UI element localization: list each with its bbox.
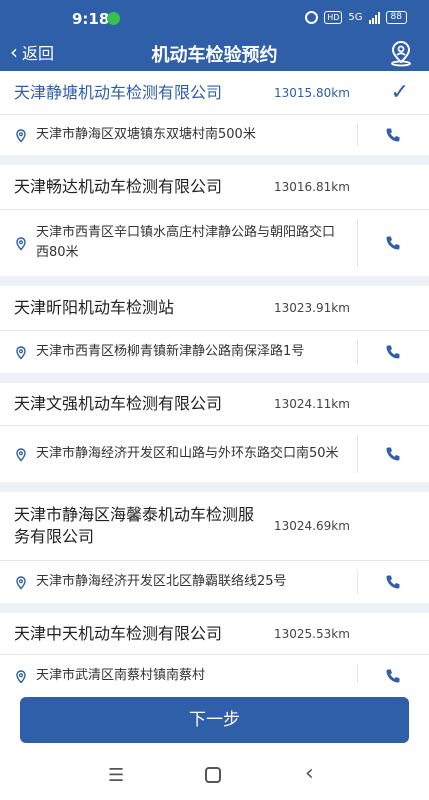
battery-level: 88 — [390, 12, 402, 22]
home-icon[interactable] — [205, 767, 221, 783]
menu-icon[interactable]: ☰ — [108, 765, 124, 786]
station-address-row: 天津市静海区双塘镇东双塘村南500米 — [0, 115, 429, 155]
location-pin-icon — [14, 575, 28, 590]
location-pin-icon — [14, 345, 28, 360]
station-card[interactable]: 天津文强机动车检测有限公司 13024.11km 天津市静海经济开发区和山路与外环东… — [0, 383, 429, 482]
divider — [357, 124, 358, 146]
station-distance: 13024.11km — [274, 397, 350, 411]
app-header: ‹ 返回 机动车检验预约 — [0, 36, 429, 71]
station-address-row: 天津市西青区杨柳青镇新津静公路南保泽路1号 — [0, 331, 429, 373]
station-address-row: 天津市静海经济开发区北区静霸联络线25号 — [0, 561, 429, 603]
station-distance: 13015.80km — [274, 85, 350, 100]
station-distance: 13025.53km — [274, 626, 350, 641]
next-step-button[interactable]: 下一步 — [20, 697, 409, 743]
station-list: 天津静塘机动车检测有限公司 13015.80km ✓ 天津市静海区双塘镇东双塘村南50… — [0, 71, 429, 707]
station-card[interactable]: 天津昕阳机动车检测站 13023.91km 天津市西青区杨柳青镇新津静公路南保泽路1… — [0, 286, 429, 373]
location-person-icon[interactable] — [387, 39, 415, 67]
station-header[interactable]: 天津畅达机动车检测有限公司 13016.81km — [0, 165, 429, 210]
station-header[interactable]: 天津中天机动车检测有限公司 13025.53km — [0, 613, 429, 655]
station-card[interactable]: 天津静塘机动车检测有限公司 13015.80km ✓ 天津市静海区双塘镇东双塘村南50… — [0, 71, 429, 155]
station-header[interactable]: 天津市静海区海馨泰机动车检测服务有限公司 13024.69km — [0, 492, 429, 561]
station-address-row: 天津市西青区辛口镇水高庄村津静公路与朝阳路交口西80米 — [0, 210, 429, 276]
battery-icon: 88 — [385, 11, 407, 24]
status-icons: HD 5G 88 — [305, 11, 407, 24]
station-address-row: 天津市静海经济开发区和山路与外环东路交口南50米 — [0, 426, 429, 482]
station-address: 天津市西青区辛口镇水高庄村津静公路与朝阳路交口西80米 — [36, 225, 336, 260]
station-address: 天津市静海区双塘镇东双塘村南500米 — [36, 127, 256, 142]
station-address: 天津市西青区杨柳青镇新津静公路南保泽路1号 — [36, 344, 305, 359]
alarm-icon — [305, 11, 319, 24]
location-pin-icon — [14, 236, 28, 251]
station-header[interactable]: 天津昕阳机动车检测站 13023.91km — [0, 286, 429, 331]
divider — [357, 219, 358, 267]
divider — [357, 340, 358, 364]
signal-icon — [368, 11, 380, 24]
station-name: 天津静塘机动车检测有限公司 — [14, 82, 223, 102]
station-header[interactable]: 天津静塘机动车检测有限公司 13015.80km ✓ — [0, 71, 429, 115]
phone-icon[interactable] — [384, 573, 402, 591]
station-name: 天津昕阳机动车检测站 — [14, 298, 175, 317]
phone-icon[interactable] — [384, 126, 402, 144]
phone-icon[interactable] — [384, 445, 402, 463]
back-nav-icon[interactable]: ‹ — [305, 761, 314, 786]
phone-icon[interactable] — [384, 234, 402, 252]
wechat-notification-icon — [107, 12, 120, 25]
station-distance: 13024.69km — [274, 519, 350, 533]
divider — [357, 570, 358, 594]
page-title: 机动车检验预约 — [151, 45, 278, 66]
divider — [357, 435, 358, 473]
station-distance: 13016.81km — [274, 180, 350, 194]
station-card[interactable]: 天津畅达机动车检测有限公司 13016.81km 天津市西青区辛口镇水高庄村津静公路… — [0, 165, 429, 276]
station-distance: 13023.91km — [274, 301, 350, 315]
station-name: 天津文强机动车检测有限公司 — [14, 394, 223, 413]
status-bar: 9:18 HD 5G 88 — [0, 0, 429, 36]
location-pin-icon — [14, 447, 28, 462]
station-header[interactable]: 天津文强机动车检测有限公司 13024.11km — [0, 383, 429, 426]
location-pin-icon — [14, 128, 28, 143]
station-name: 天津市静海区海馨泰机动车检测服务有限公司 — [14, 505, 255, 546]
checkmark-icon: ✓ — [390, 80, 409, 105]
station-address: 天津市静海经济开发区北区静霸联络线25号 — [36, 574, 287, 589]
location-pin-icon — [14, 669, 28, 684]
status-time: 9:18 — [72, 10, 110, 28]
station-name: 天津中天机动车检测有限公司 — [14, 623, 223, 643]
network-type: 5G — [348, 12, 363, 23]
station-address: 天津市静海经济开发区和山路与外环东路交口南50米 — [36, 446, 339, 461]
phone-icon[interactable] — [384, 343, 402, 361]
bottom-bar: 下一步 — [0, 683, 429, 755]
station-name: 天津畅达机动车检测有限公司 — [14, 177, 223, 196]
station-card[interactable]: 天津市静海区海馨泰机动车检测服务有限公司 13024.69km 天津市静海经济开发区… — [0, 492, 429, 603]
system-navigation-bar: ☰ ‹ — [0, 755, 429, 800]
hd-icon: HD — [324, 11, 343, 24]
